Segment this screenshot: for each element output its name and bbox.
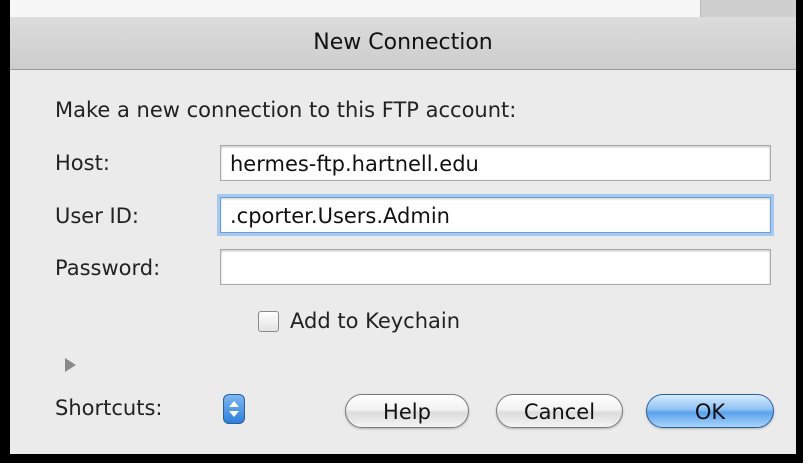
user-id-field[interactable]: .cporter.Users.Admin	[220, 197, 771, 233]
host-label: Host:	[55, 151, 110, 175]
password-field[interactable]	[220, 249, 771, 285]
window-top-strip	[10, 0, 796, 17]
password-label: Password:	[55, 256, 161, 280]
dialog-prompt: Make a new connection to this FTP accoun…	[55, 98, 517, 122]
help-button[interactable]: Help	[345, 394, 469, 428]
keychain-label[interactable]: Add to Keychain	[290, 309, 460, 333]
host-field[interactable]: hermes-ftp.hartnell.edu	[220, 145, 771, 181]
user-id-label: User ID:	[55, 204, 139, 228]
new-connection-dialog: New Connection Make a new connection to …	[10, 0, 796, 454]
keychain-checkbox[interactable]	[258, 311, 279, 332]
arrow-up-icon	[229, 401, 239, 407]
ok-button[interactable]: OK	[646, 394, 774, 428]
arrow-down-icon	[229, 411, 239, 417]
shortcuts-label: Shortcuts:	[55, 396, 163, 420]
disclosure-triangle-icon[interactable]	[65, 358, 76, 372]
shortcuts-stepper-icon[interactable]	[223, 394, 245, 424]
cancel-button[interactable]: Cancel	[496, 394, 623, 428]
dialog-title: New Connection	[10, 17, 796, 70]
window-top-strip-right	[700, 0, 796, 17]
